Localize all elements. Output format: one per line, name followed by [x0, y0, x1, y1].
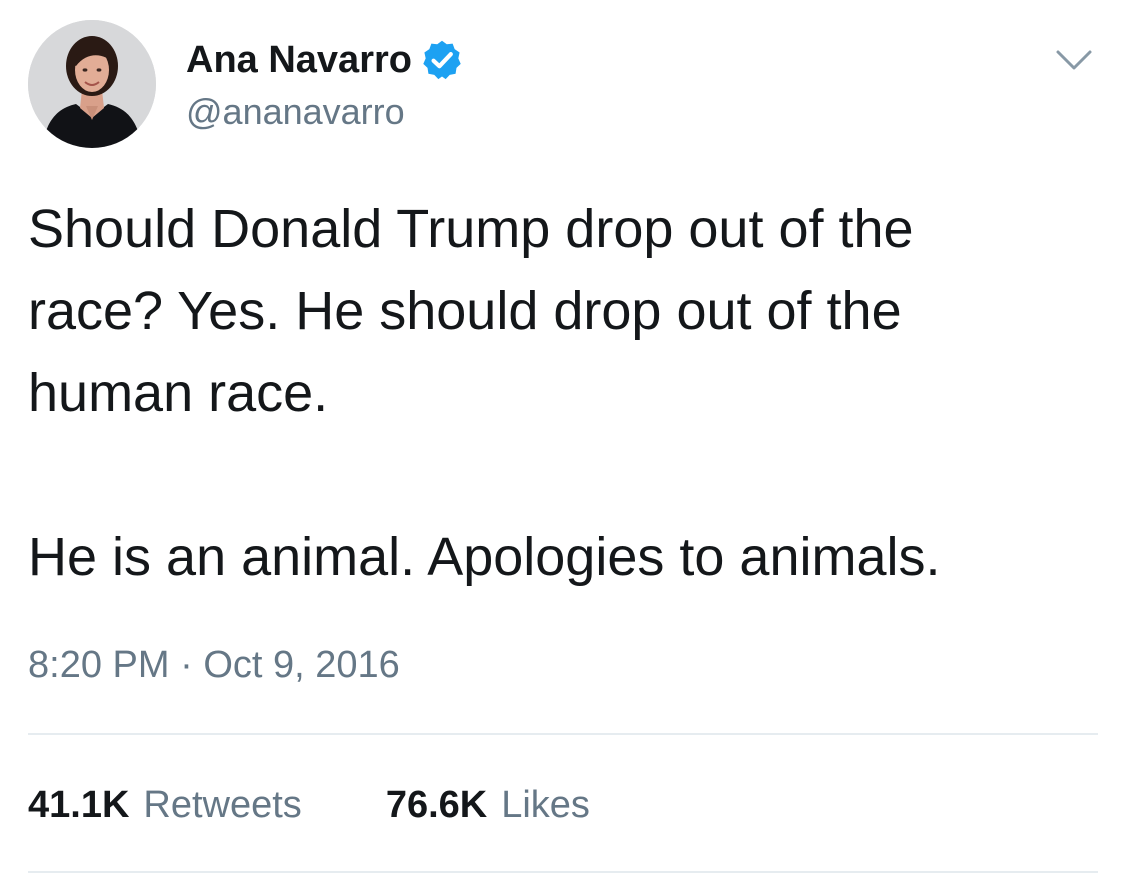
tweet-timestamp[interactable]: 8:20 PM · Oct 9, 2016: [28, 640, 400, 690]
author-name-row: Ana Navarro: [186, 35, 464, 85]
retweets-stat[interactable]: 41.1K Retweets: [28, 780, 302, 830]
likes-count: 76.6K: [385, 784, 488, 826]
tweet-card: Ana Navarro @ananavarro Should Donald Tr…: [0, 0, 1125, 875]
tweet-stats: 41.1K Retweets 76.6K Likes: [28, 780, 590, 830]
retweets-label: Retweets: [143, 784, 302, 826]
retweets-count: 41.1K: [28, 784, 130, 826]
author-handle[interactable]: @ananavarro: [186, 90, 405, 134]
tweet-paragraph-2: He is an animal. Apologies to animals.: [28, 527, 941, 587]
avatar-image: [28, 20, 156, 148]
avatar[interactable]: [28, 20, 156, 148]
verified-badge-icon: [423, 40, 461, 80]
likes-stat[interactable]: 76.6K Likes: [386, 780, 590, 830]
divider: [28, 871, 1098, 873]
tweet-text: Should Donald Trump drop out of the race…: [28, 188, 1088, 598]
chevron-down-icon[interactable]: [1050, 38, 1098, 82]
timestamp-separator: ·: [180, 644, 193, 686]
tweet-paragraph-1: Should Donald Trump drop out of the race…: [28, 199, 914, 423]
timestamp-time: 8:20 PM: [28, 644, 170, 686]
divider: [28, 733, 1098, 735]
likes-label: Likes: [501, 784, 590, 826]
display-name[interactable]: Ana Navarro: [186, 35, 412, 85]
timestamp-date: Oct 9, 2016: [203, 644, 400, 686]
